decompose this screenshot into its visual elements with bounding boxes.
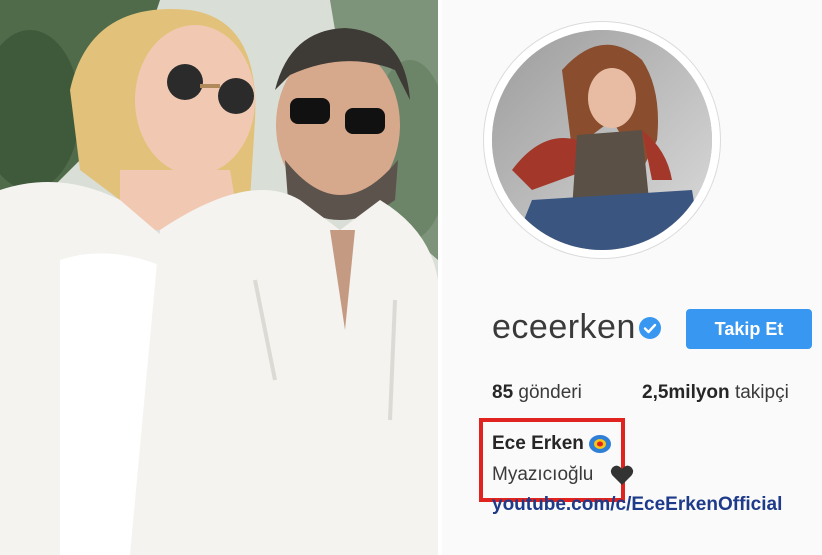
highlight-box — [479, 418, 625, 502]
instagram-profile-panel: eceerken Takip Et 85 gönderi 2,5milyon t… — [442, 0, 822, 555]
black-heart-icon — [610, 465, 634, 485]
profile-link[interactable]: youtube.com/c/EceErkenOfficial — [492, 494, 782, 516]
avatar[interactable] — [492, 30, 712, 250]
posts-count: 85 — [492, 382, 514, 403]
followers-count: 2,5milyon — [642, 382, 730, 403]
posts-stat[interactable]: 85 gönderi — [492, 382, 582, 404]
sun-emoji-icon — [589, 435, 611, 453]
profile-avatar-ring[interactable] — [484, 22, 720, 258]
bio-line: Myazıcıoğlu — [492, 464, 594, 485]
avatar-photo — [492, 30, 712, 250]
username: eceerken — [492, 308, 636, 346]
followers-label: takipçi — [734, 382, 789, 403]
full-name: Ece Erken — [492, 433, 584, 454]
couple-photo — [0, 0, 438, 555]
posts-label: gönderi — [518, 382, 582, 403]
verified-badge-icon — [639, 317, 661, 339]
couple-photo-illustration — [0, 0, 438, 555]
followers-stat[interactable]: 2,5milyon takipçi — [642, 382, 789, 404]
follow-button[interactable]: Takip Et — [686, 309, 812, 349]
